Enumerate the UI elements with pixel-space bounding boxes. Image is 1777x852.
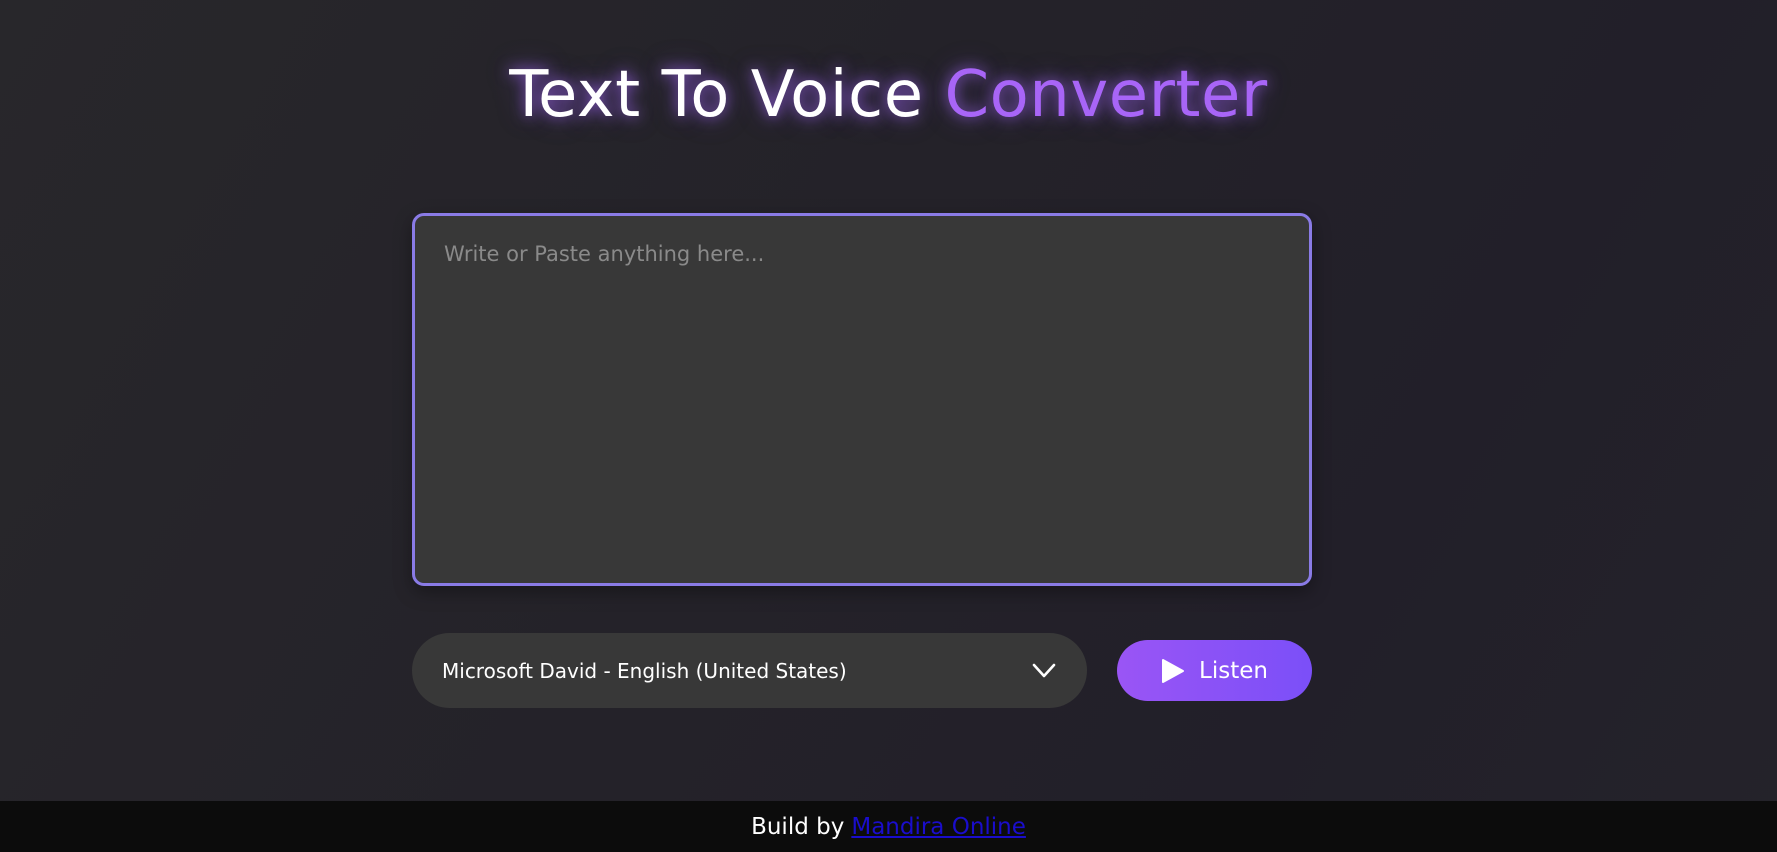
footer-prefix: Build by — [751, 813, 845, 840]
listen-button[interactable]: Listen — [1117, 640, 1312, 701]
voice-select-value: Microsoft David - English (United States… — [442, 658, 847, 683]
title-accent: Converter — [944, 58, 1268, 132]
play-icon — [1161, 658, 1185, 684]
voice-select[interactable]: Microsoft David - English (United States… — [412, 633, 1087, 708]
title-main: Text To Voice — [509, 58, 945, 132]
chevron-down-icon — [1031, 662, 1057, 680]
listen-button-label: Listen — [1199, 657, 1268, 684]
footer: Build by Mandira Online — [0, 801, 1777, 852]
text-input[interactable] — [412, 213, 1312, 586]
footer-link[interactable]: Mandira Online — [851, 814, 1026, 840]
page-title: Text To Voice Converter — [0, 58, 1777, 132]
